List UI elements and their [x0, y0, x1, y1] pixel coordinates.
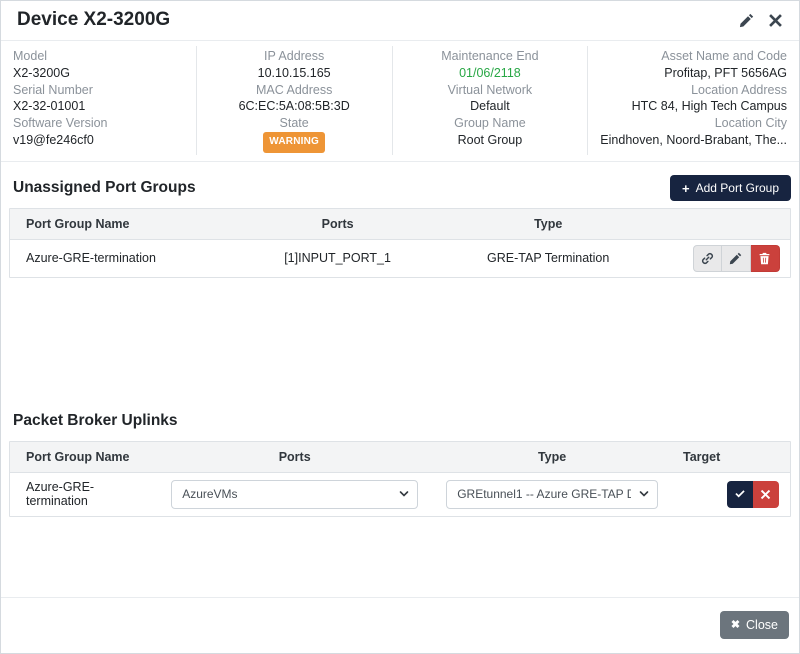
row-actions-cell	[665, 245, 790, 272]
type-select-wrap: GREtunnel1 -- Azure GRE-TAP Destination	[446, 480, 658, 509]
model-value: X2-3200G	[13, 65, 184, 82]
edit-pencil-icon	[729, 252, 742, 265]
info-label: Virtual Network	[405, 82, 576, 99]
column-header-type: Type	[431, 450, 673, 464]
info-label: Serial Number	[13, 82, 184, 99]
x-icon	[760, 489, 771, 500]
table-row: Azure-GRE-termination AzureVMs GREtunnel…	[10, 473, 790, 516]
column-header-ports: Ports	[158, 450, 431, 464]
info-column-location: Asset Name and Code Profitap, PFT 5656AG…	[587, 46, 799, 155]
modal-header: Device X2-3200G	[1, 1, 799, 41]
info-label: Maintenance End	[405, 48, 576, 65]
edit-port-group-button[interactable]	[722, 245, 751, 272]
column-header-port-group-name: Port Group Name	[10, 217, 244, 231]
info-label: Location City	[600, 115, 787, 132]
close-modal-icon[interactable]	[768, 13, 783, 28]
info-column-membership: Maintenance End 01/06/2118 Virtual Netwo…	[392, 46, 588, 155]
link-icon	[701, 252, 714, 265]
add-port-group-button[interactable]: + Add Port Group	[670, 175, 791, 201]
column-header-type: Type	[431, 217, 665, 231]
column-header-target: Target	[673, 450, 790, 464]
close-x-icon: ✖	[731, 620, 740, 631]
mac-address-value: 6C:EC:5A:08:5B:3D	[209, 98, 380, 115]
location-city-value: Eindhoven, Noord-Brabant, The...	[600, 132, 787, 149]
asset-name-value: Profitap, PFT 5656AG	[600, 65, 787, 82]
link-port-group-button[interactable]	[693, 245, 722, 272]
cancel-uplink-button[interactable]	[753, 481, 779, 508]
ip-address-value: 10.10.15.165	[209, 65, 380, 82]
column-header-ports: Ports	[244, 217, 431, 231]
add-port-group-label: Add Port Group	[696, 181, 779, 195]
ports-select[interactable]: AzureVMs	[171, 480, 418, 509]
ports-cell: [1]INPUT_PORT_1	[244, 251, 431, 265]
ports-select-cell: AzureVMs	[158, 480, 431, 509]
device-details-modal: Device X2-3200G Model X2-3200G Serial Nu…	[0, 0, 800, 654]
info-label: MAC Address	[209, 82, 380, 99]
modal-footer: ✖ Close	[1, 597, 799, 653]
ports-select-wrap: AzureVMs	[171, 480, 418, 509]
type-select-cell: GREtunnel1 -- Azure GRE-TAP Destination	[431, 480, 673, 509]
info-label: State	[209, 115, 380, 132]
info-label: Location Address	[600, 82, 787, 99]
header-actions	[739, 13, 783, 28]
state-value: WARNING	[209, 132, 380, 153]
delete-port-group-button[interactable]	[751, 245, 780, 272]
plus-icon: +	[682, 182, 690, 195]
unassigned-port-groups-table: Port Group Name Ports Type Azure-GRE-ter…	[9, 208, 791, 278]
info-label: Group Name	[405, 115, 576, 132]
info-label: Model	[13, 48, 184, 65]
info-label: Asset Name and Code	[600, 48, 787, 65]
packet-broker-uplinks-table: Port Group Name Ports Type Target Azure-…	[9, 441, 791, 517]
device-info-grid: Model X2-3200G Serial Number X2-32-01001…	[1, 41, 799, 162]
table-header-row: Port Group Name Ports Type Target	[10, 442, 790, 473]
trash-icon	[758, 252, 771, 265]
virtual-network-value: Default	[405, 98, 576, 115]
page-title: Device X2-3200G	[17, 9, 170, 31]
table-row: Azure-GRE-termination [1]INPUT_PORT_1 GR…	[10, 240, 790, 277]
port-group-name-cell: Azure-GRE-termination	[10, 480, 158, 508]
uplink-actions-cell	[673, 481, 790, 508]
close-button[interactable]: ✖ Close	[720, 611, 789, 639]
unassigned-section-title: Unassigned Port Groups	[13, 179, 196, 197]
info-column-identity: Model X2-3200G Serial Number X2-32-01001…	[1, 46, 196, 155]
port-group-name-cell: Azure-GRE-termination	[10, 251, 244, 265]
group-name-value: Root Group	[405, 132, 576, 149]
uplinks-section-header: Packet Broker Uplinks	[9, 408, 791, 435]
edit-device-icon[interactable]	[739, 13, 754, 28]
uplink-type-select[interactable]: GREtunnel1 -- Azure GRE-TAP Destination	[446, 480, 658, 509]
table-header-row: Port Group Name Ports Type	[10, 209, 790, 240]
software-version-value: v19@fe246cf0	[13, 132, 184, 149]
unassigned-section-header: Unassigned Port Groups + Add Port Group	[9, 175, 791, 202]
info-label: IP Address	[209, 48, 380, 65]
close-button-label: Close	[746, 618, 778, 632]
uplinks-section-title: Packet Broker Uplinks	[13, 412, 178, 430]
column-header-port-group-name: Port Group Name	[10, 450, 158, 464]
location-address-value: HTC 84, High Tech Campus	[600, 98, 787, 115]
confirm-uplink-button[interactable]	[727, 481, 753, 508]
maintenance-end-value: 01/06/2118	[405, 65, 576, 82]
row-action-group	[693, 245, 780, 272]
type-cell: GRE-TAP Termination	[431, 251, 665, 265]
info-column-network: IP Address 10.10.15.165 MAC Address 6C:E…	[196, 46, 392, 155]
check-icon	[734, 488, 746, 500]
info-label: Software Version	[13, 115, 184, 132]
status-badge: WARNING	[263, 132, 325, 153]
serial-number-value: X2-32-01001	[13, 98, 184, 115]
